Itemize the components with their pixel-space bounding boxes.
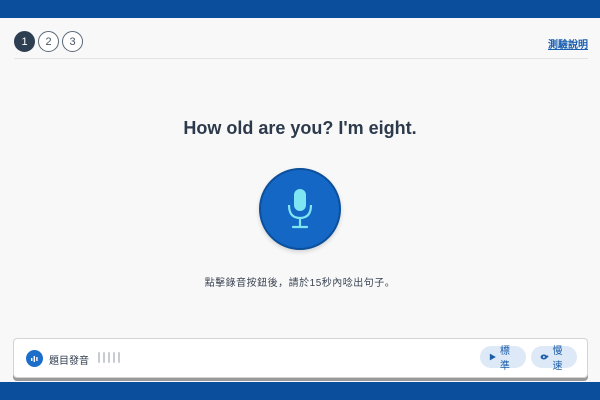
top-banner <box>0 0 600 18</box>
play-slow-button[interactable]: 慢速 <box>531 346 577 372</box>
speaker-icon <box>26 350 43 367</box>
play-slow-label: 慢速 <box>552 346 563 372</box>
play-normal-button[interactable]: 標準 <box>480 346 526 372</box>
audio-player-panel: 題目發音 標準 慢速 <box>13 338 588 378</box>
play-normal-label: 標準 <box>499 346 510 372</box>
bottom-banner <box>0 382 600 400</box>
step-1[interactable]: 1 <box>14 31 35 52</box>
step-3[interactable]: 3 <box>62 31 83 52</box>
turtle-icon <box>540 354 549 360</box>
play-icon <box>489 353 496 361</box>
question-sentence: How old are you? I'm eight. <box>183 118 417 138</box>
microphone-icon <box>287 189 313 229</box>
header-divider <box>14 58 588 59</box>
audio-waveform <box>98 352 120 363</box>
audio-label: 題目發音 <box>49 356 89 367</box>
record-button[interactable] <box>259 168 341 250</box>
step-indicator: 1 2 3 <box>14 31 83 52</box>
recording-instruction: 點擊錄音按鈕後，請於15秒內唸出句子。 <box>204 278 396 289</box>
step-2[interactable]: 2 <box>38 31 59 52</box>
test-instructions-link[interactable]: 測驗說明 <box>548 36 588 51</box>
test-card: 1 2 3 測驗說明 How old are you? I'm eight. 點… <box>0 18 600 382</box>
